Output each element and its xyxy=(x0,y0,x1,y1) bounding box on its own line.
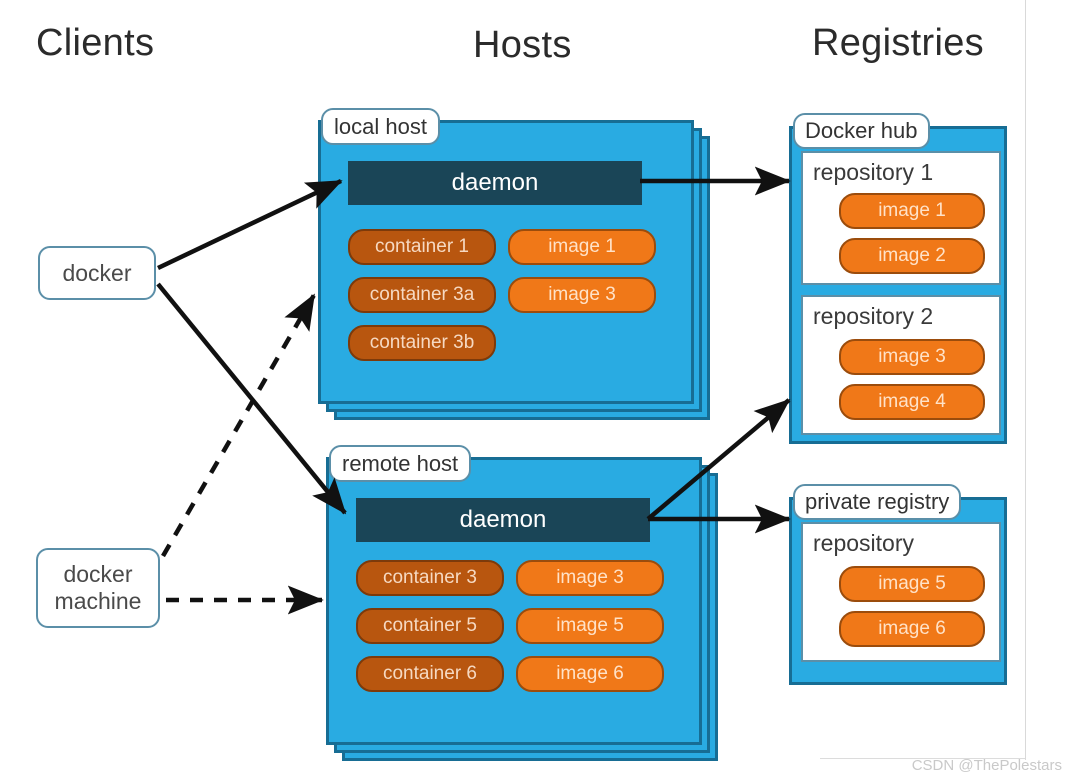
image-pill[interactable]: image 3 xyxy=(508,277,656,313)
repository-box[interactable]: repository image 5 image 6 xyxy=(801,522,1001,662)
image-pill[interactable]: image 2 xyxy=(839,238,985,274)
host-label-remote: remote host xyxy=(329,445,472,482)
repository-title: repository 1 xyxy=(813,159,934,185)
watermark: CSDN @ThePolestars xyxy=(911,757,1062,774)
container-pill[interactable]: container 3a xyxy=(348,277,496,313)
image-pill[interactable]: image 3 xyxy=(839,339,985,375)
repository-title: repository xyxy=(813,530,914,556)
host-stack-remote: daemon container 3 container 5 container… xyxy=(326,445,718,763)
registry-label-private-registry: private registry xyxy=(793,484,962,520)
column-title-hosts: Hosts xyxy=(473,24,572,66)
column-title-registries: Registries xyxy=(812,22,984,64)
image-pill[interactable]: image 1 xyxy=(508,229,656,265)
daemon-remote[interactable]: daemon xyxy=(356,498,650,542)
host-stack-local: daemon container 1 container 3a containe… xyxy=(318,108,710,420)
container-pill[interactable]: container 3b xyxy=(348,325,496,361)
registry-private: repository image 5 image 6 xyxy=(789,497,1007,685)
daemon-local[interactable]: daemon xyxy=(348,161,642,205)
image-pill[interactable]: image 4 xyxy=(839,384,985,420)
arrow-docker-to-local-daemon xyxy=(157,178,343,271)
image-pill[interactable]: image 5 xyxy=(839,566,985,602)
host-label-local: local host xyxy=(321,108,440,145)
host-sheet-front: daemon container 1 container 3a containe… xyxy=(318,120,694,404)
repository-title: repository 2 xyxy=(813,303,934,329)
client-node-docker-machine[interactable]: docker machine xyxy=(36,548,160,628)
container-pill[interactable]: container 3 xyxy=(356,560,504,596)
diagram-canvas: Clients Hosts Registries docker docker m… xyxy=(0,0,1074,781)
repository-box[interactable]: repository 2 image 3 image 4 xyxy=(801,295,1001,435)
image-pill[interactable]: image 6 xyxy=(839,611,985,647)
arrow-docker-to-remote-daemon xyxy=(156,282,347,515)
container-pill[interactable]: container 5 xyxy=(356,608,504,644)
repository-box[interactable]: repository 1 image 1 image 2 xyxy=(801,151,1001,285)
image-pill[interactable]: image 1 xyxy=(839,193,985,229)
column-title-clients: Clients xyxy=(36,22,155,64)
image-pill[interactable]: image 6 xyxy=(516,656,664,692)
registry-label-docker-hub: Docker hub xyxy=(793,113,930,149)
container-pill[interactable]: container 1 xyxy=(348,229,496,265)
registry-docker-hub: repository 1 image 1 image 2 repository … xyxy=(789,126,1007,444)
container-pill[interactable]: container 6 xyxy=(356,656,504,692)
host-sheet-front: daemon container 3 container 5 container… xyxy=(326,457,702,745)
client-node-docker[interactable]: docker xyxy=(38,246,156,300)
page-divider-vertical xyxy=(1025,0,1026,760)
arrow-machine-to-local-host xyxy=(161,293,316,558)
image-pill[interactable]: image 3 xyxy=(516,560,664,596)
image-pill[interactable]: image 5 xyxy=(516,608,664,644)
